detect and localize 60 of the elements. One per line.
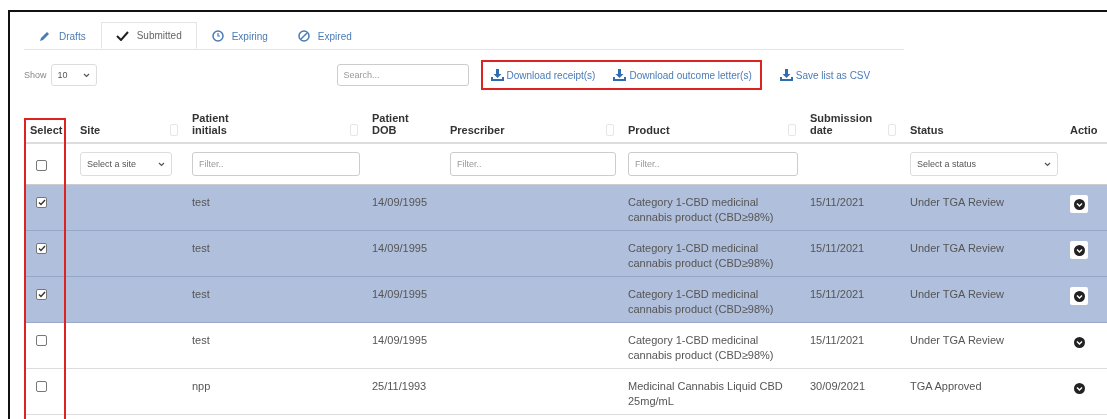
search-field[interactable]: Search... [336, 64, 469, 86]
column-header: Status [904, 94, 1064, 144]
table-cell: 14/09/1995 [366, 231, 444, 277]
checkbox[interactable] [36, 289, 47, 300]
checkbox[interactable] [36, 335, 47, 346]
table-cell: Category 1-CBD medicinal cannabis product (CBD≥98%) [622, 231, 804, 277]
download-link[interactable]: Download receipt(s) [490, 69, 596, 81]
tab[interactable]: Submitted [100, 22, 197, 49]
select-dropdown[interactable]: Select a site [80, 152, 172, 176]
checkbox[interactable] [36, 381, 47, 392]
actions-button[interactable] [1070, 241, 1088, 259]
caret-circle-icon [1073, 198, 1085, 210]
checkbox[interactable] [36, 243, 47, 254]
select-dropdown[interactable]: Select a status [910, 152, 1058, 176]
download-icon [490, 69, 504, 81]
column-header[interactable]: Product [622, 94, 804, 144]
caret-circle-icon [1073, 382, 1085, 394]
checkmark-icon [115, 30, 129, 41]
table-cell: test [186, 277, 366, 323]
caret-icon [1044, 161, 1051, 167]
table-cell: Category 1-CBD medicinal cannabis product (CBD≥98%) [622, 277, 804, 323]
filter-field[interactable]: Filter.. [192, 152, 360, 176]
actions-button[interactable] [1070, 287, 1088, 305]
column-header[interactable]: Site [74, 94, 186, 144]
table-cell: 15/11/2021 [804, 231, 904, 277]
pencil-icon [39, 30, 51, 42]
table-cell: 15/11/2021 [804, 277, 904, 323]
table-cell: 15/11/2021 [804, 185, 904, 231]
checkbox[interactable] [36, 197, 47, 208]
caret-circle-icon [1073, 336, 1085, 348]
column-header[interactable]: Patient initials [186, 94, 366, 144]
page-size-select[interactable]: 10 [50, 64, 97, 86]
table-cell: Under TGA Review [904, 277, 1064, 323]
caret-icon [82, 72, 90, 78]
show-label: Show [24, 70, 47, 80]
table-cell: Under TGA Review [904, 231, 1064, 277]
column-header[interactable]: Submission date [804, 94, 904, 144]
actions-button[interactable] [1070, 195, 1088, 213]
column-header: Patient DOB [366, 94, 444, 144]
column-header[interactable]: Prescriber [444, 94, 622, 144]
download-icon [779, 69, 793, 81]
download-link[interactable]: Save list as CSV [779, 69, 871, 81]
table-cell: Under TGA Review [904, 185, 1064, 231]
clock-icon [211, 30, 224, 42]
table-cell: test [186, 231, 366, 277]
caret-circle-icon [1073, 244, 1085, 256]
table-cell: Category 1-CBD medicinal cannabis product (CBD≥98%) [622, 185, 804, 231]
table-cell: 14/09/1995 [366, 185, 444, 231]
filter-field[interactable]: Filter.. [450, 152, 616, 176]
download-icon [613, 69, 627, 81]
table-cell: 14/09/1995 [366, 277, 444, 323]
caret-circle-icon [1073, 290, 1085, 302]
column-header: Select [24, 94, 74, 144]
table-cell: test [186, 185, 366, 231]
ban-icon [297, 30, 310, 42]
download-link[interactable]: Download outcome letter(s) [613, 69, 752, 81]
column-header: Actio [1064, 94, 1107, 144]
checkbox[interactable] [36, 159, 47, 171]
filter-field[interactable]: Filter.. [628, 152, 798, 176]
caret-icon [158, 161, 165, 167]
